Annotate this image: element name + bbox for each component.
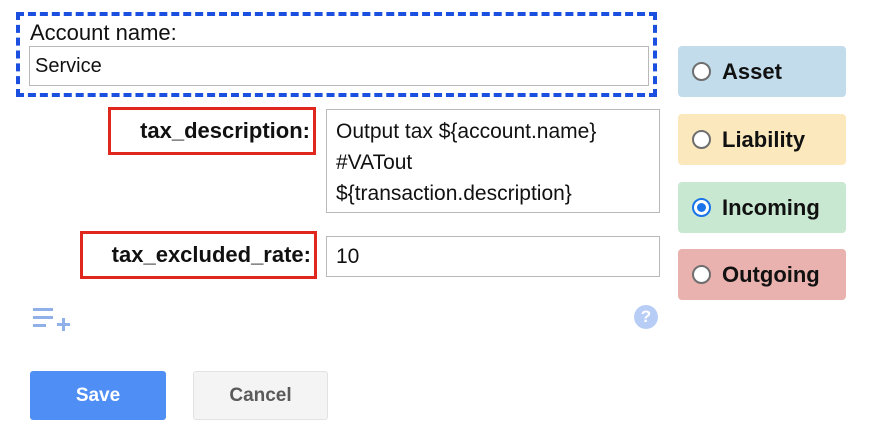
cancel-button-label: Cancel xyxy=(229,384,292,406)
property-value-tax-excluded-rate[interactable]: 10 xyxy=(326,236,660,277)
account-name-label: Account name: xyxy=(30,20,177,45)
save-button[interactable]: Save xyxy=(30,371,166,420)
radio-unchecked-icon[interactable] xyxy=(692,265,711,284)
account-type-label: Liability xyxy=(722,126,806,152)
property-value-line: Output tax ${account.name} xyxy=(336,120,597,143)
account-name-input[interactable] xyxy=(29,46,649,86)
playlist-add-icon[interactable] xyxy=(33,305,71,333)
account-type-label: Incoming xyxy=(722,194,820,220)
account-type-liability[interactable]: Liability xyxy=(678,114,846,165)
account-type-incoming[interactable]: Incoming xyxy=(678,182,846,233)
cancel-button[interactable]: Cancel xyxy=(193,371,328,420)
radio-unchecked-icon[interactable] xyxy=(692,62,711,81)
account-type-label: Asset xyxy=(722,58,782,84)
save-button-label: Save xyxy=(75,384,121,406)
property-value-line: ${transaction.description} xyxy=(336,182,572,205)
radio-checked-icon[interactable] xyxy=(692,198,711,217)
help-icon[interactable]: ? xyxy=(634,305,658,329)
account-type-outgoing[interactable]: Outgoing xyxy=(678,249,846,300)
property-value-line: 10 xyxy=(336,245,360,268)
help-glyph: ? xyxy=(640,307,652,326)
radio-unchecked-icon[interactable] xyxy=(692,130,711,149)
property-key-tax-description[interactable]: tax_description: xyxy=(108,107,316,155)
account-type-asset[interactable]: Asset xyxy=(678,46,846,97)
property-value-tax-description[interactable]: Output tax ${account.name} #VATout ${tra… xyxy=(326,109,660,213)
property-key-label: tax_excluded_rate: xyxy=(111,242,311,267)
property-key-tax-excluded-rate[interactable]: tax_excluded_rate: xyxy=(80,231,317,279)
property-value-line: #VATout xyxy=(336,151,413,174)
account-type-label: Outgoing xyxy=(722,261,820,287)
property-key-label: tax_description: xyxy=(140,118,310,143)
